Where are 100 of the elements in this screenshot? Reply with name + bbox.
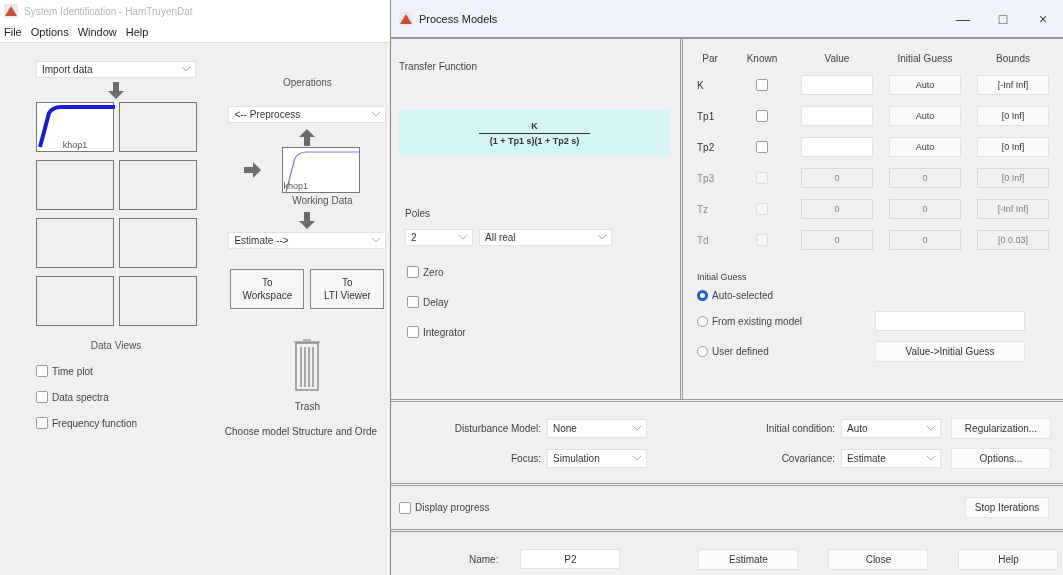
formula-numerator: K <box>479 120 590 134</box>
settings-button[interactable]: Regularization... <box>951 418 1051 439</box>
checkbox[interactable] <box>407 266 419 278</box>
section-title: Transfer Function <box>399 61 478 72</box>
menu-item[interactable]: Window <box>77 26 117 38</box>
caret-icon <box>927 456 935 461</box>
value-field[interactable] <box>801 137 873 157</box>
empty-data-slot[interactable] <box>119 102 197 152</box>
parameter-name: Td <box>697 234 710 246</box>
empty-data-slot[interactable] <box>119 160 197 210</box>
trash-label: Trash <box>294 401 320 412</box>
down-arrow-icon <box>298 212 317 230</box>
parameter-name: Tp3 <box>697 172 716 184</box>
checkbox[interactable] <box>756 79 768 91</box>
up-arrow-icon <box>298 129 317 147</box>
radio-label: From existing model <box>712 315 803 327</box>
name-field[interactable]: P2 <box>520 549 621 569</box>
data-slot[interactable]: khop1 <box>36 102 114 152</box>
radio-label: Auto-selected <box>712 290 774 301</box>
checkbox[interactable] <box>36 417 48 429</box>
checkbox[interactable] <box>407 326 419 338</box>
column-header: Initial Guess <box>896 53 954 64</box>
dropdown[interactable]: Simulation <box>547 449 647 468</box>
section-title: Initial Guess <box>697 272 748 282</box>
checkbox[interactable] <box>756 141 768 153</box>
radio-button[interactable] <box>697 346 708 357</box>
checkbox[interactable] <box>399 501 411 514</box>
caret-icon <box>372 238 381 243</box>
initial-guess-field[interactable]: Auto <box>889 137 961 157</box>
checkbox-label: Integrator <box>423 326 466 338</box>
caret-icon <box>372 112 381 117</box>
dropdown[interactable]: All real <box>479 229 612 246</box>
radio-label: User defined <box>712 346 769 357</box>
close-button[interactable]: × <box>1023 3 1063 34</box>
dropdown[interactable]: Auto <box>841 419 941 438</box>
caret-icon <box>927 426 935 431</box>
empty-data-slot[interactable] <box>119 218 197 268</box>
value-field[interactable] <box>801 75 873 95</box>
field-label: Disturbance Model: <box>453 423 541 434</box>
slot-label: khop1 <box>62 140 88 150</box>
parameter-name: Tp1 <box>697 110 716 122</box>
dropdown[interactable]: <-- Preprocess <box>228 106 387 123</box>
export-button[interactable]: To LTI Viewer <box>310 269 385 309</box>
caret-icon <box>182 67 190 72</box>
checkbox[interactable] <box>36 365 48 377</box>
maximize-button[interactable]: □ <box>983 3 1023 34</box>
formula-denominator: (1 + Tp1 s)(1 + Tp2 s) <box>489 135 580 146</box>
field-label: Poles <box>405 208 431 219</box>
bounds-field[interactable]: [-Inf Inf] <box>977 75 1049 95</box>
checkbox-label: Frequency function <box>52 417 138 429</box>
action-button[interactable]: Estimate <box>698 548 799 570</box>
dropdown[interactable]: None <box>547 419 647 438</box>
field-label: Focus: <box>510 453 541 464</box>
menu-item[interactable]: File <box>4 26 22 38</box>
app-icon <box>399 11 413 26</box>
action-button[interactable]: Close <box>828 548 929 570</box>
right-arrow-icon <box>244 161 263 179</box>
empty-data-slot[interactable] <box>119 276 197 326</box>
caret-icon <box>598 235 606 240</box>
checkbox-label: Zero <box>423 266 444 278</box>
bounds-field[interactable]: [0 Inf] <box>977 137 1049 157</box>
action-button[interactable]: Help <box>958 548 1059 570</box>
radio-button[interactable] <box>697 290 708 301</box>
minimize-button[interactable]: — <box>943 3 983 34</box>
empty-data-slot[interactable] <box>36 160 114 210</box>
checkbox[interactable] <box>756 110 768 122</box>
dropdown[interactable]: Estimate <box>841 449 941 468</box>
value-field[interactable] <box>801 106 873 126</box>
down-arrow-icon <box>107 82 125 100</box>
column-header: Bounds <box>995 53 1031 64</box>
value-to-guess-button[interactable]: Value->Initial Guess <box>875 341 1025 362</box>
settings-button[interactable]: Options... <box>951 448 1051 469</box>
field-label: Name: <box>469 553 499 565</box>
checkbox[interactable] <box>407 296 419 308</box>
caret-icon <box>633 456 641 461</box>
parameter-name: Tp2 <box>697 141 716 153</box>
parameter-name: K <box>697 79 705 91</box>
section-title: Data Views <box>89 340 143 351</box>
dropdown[interactable]: Import data <box>36 61 196 78</box>
dropdown[interactable]: Estimate --> <box>228 232 387 249</box>
initial-guess-field[interactable]: Auto <box>889 106 961 126</box>
checkbox[interactable] <box>36 391 48 403</box>
model-field[interactable] <box>875 311 1025 331</box>
checkbox-label: Display progress <box>415 502 490 513</box>
slot-label: khop1 <box>283 181 308 191</box>
checkbox-label: Data spectra <box>52 391 109 403</box>
working-data-slot[interactable]: khop1 <box>282 147 361 193</box>
bounds-field[interactable]: [0 Inf] <box>977 106 1049 126</box>
empty-data-slot[interactable] <box>36 276 114 326</box>
menu-item[interactable]: Help <box>125 26 149 38</box>
status-text: Choose model Structure and Orde <box>224 426 378 437</box>
menu-item[interactable]: Options <box>30 26 69 38</box>
initial-guess-field[interactable]: Auto <box>889 75 961 95</box>
empty-data-slot[interactable] <box>36 218 114 268</box>
dropdown[interactable]: 2 <box>405 229 473 246</box>
export-button[interactable]: To Workspace <box>230 269 305 309</box>
radio-button[interactable] <box>697 315 708 327</box>
checkbox-label: Time plot <box>52 365 93 377</box>
app-icon <box>4 4 18 18</box>
stop-iterations-button[interactable]: Stop Iterations <box>965 497 1049 518</box>
